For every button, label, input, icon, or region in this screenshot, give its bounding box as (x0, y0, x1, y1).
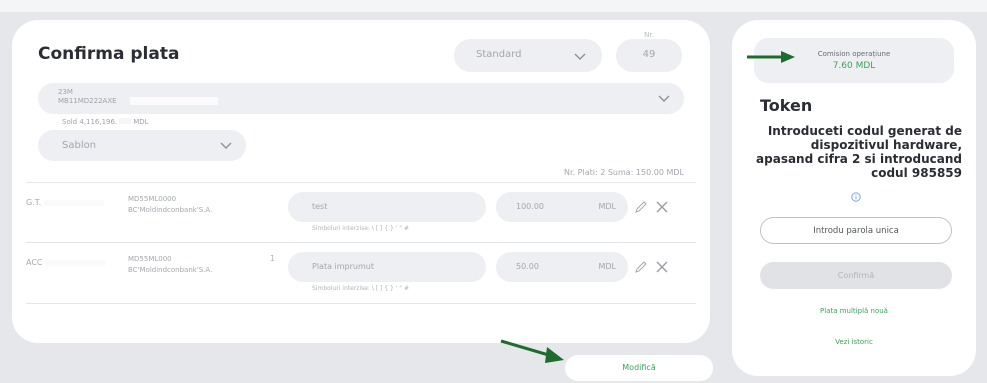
arrow-icon (500, 339, 564, 363)
token-title: Token (760, 96, 813, 115)
top-band (0, 0, 987, 12)
confirm-button[interactable]: Confirmă (760, 262, 952, 289)
amount-value: 100.00 (516, 202, 544, 211)
payment-number-field[interactable]: Nr. 49 (616, 31, 682, 72)
payment-details-input[interactable]: Plata imprumut (288, 252, 486, 282)
row-mark: 1 (270, 254, 276, 263)
arrow-icon (747, 51, 795, 63)
amount-input[interactable]: 100.00 MDL (496, 192, 628, 222)
amount-currency: MDL (598, 262, 616, 271)
new-multiple-payment-link[interactable]: Plata multiplă nouă (732, 307, 976, 315)
payment-type-value: Standard (476, 49, 522, 60)
page-title: Confirma plata (38, 44, 180, 64)
payment-details-input[interactable]: test (288, 192, 486, 222)
info-icon[interactable] (851, 187, 861, 202)
redacted-area (130, 97, 218, 105)
beneficiary-bank: BC'Moldindconbank'S.A. (128, 206, 213, 214)
beneficiary-iban: MD55ML0000 (128, 195, 177, 203)
account-name: 23M (58, 88, 73, 96)
beneficiary-bank: BC'Moldindconbank'S.A. (128, 266, 213, 274)
payment-number-value: 49 (642, 49, 656, 60)
token-panel: Comision operațiune 7.60 MDL Token Intro… (732, 20, 976, 376)
payment-details-value: test (312, 202, 328, 211)
beneficiary-account: MD55ML0000 BC'Moldindconbank'S.A. (128, 194, 212, 216)
beneficiary-name: ACC (26, 258, 106, 267)
divider (26, 303, 696, 304)
amount-currency: MDL (598, 202, 616, 211)
modify-button[interactable]: Modifică (565, 355, 713, 381)
beneficiary-account: MD55ML000 BC'Moldindconbank'S.A. (128, 254, 212, 276)
payment-row: ACC MD55ML000 BC'Moldindconbank'S.A. 1 P… (12, 242, 710, 302)
amount-value: 50.00 (516, 262, 539, 271)
account-iban: MB11MD222AXE (58, 97, 117, 105)
chevron-down-icon (658, 95, 670, 103)
account-balance: Sold 4,116,196. MDL (62, 118, 149, 126)
template-select[interactable]: Sablon (38, 130, 246, 161)
close-icon[interactable] (655, 199, 669, 213)
pencil-icon[interactable] (634, 199, 648, 213)
payment-type-select[interactable]: Standard (454, 39, 602, 72)
amount-input[interactable]: 50.00 MDL (496, 252, 628, 282)
payment-details-value: Plata imprumut (312, 262, 374, 271)
beneficiary-name: G.T. (26, 198, 104, 207)
close-icon[interactable] (655, 259, 669, 273)
token-instructions: Introduceti codul generat de dispozitivu… (756, 124, 962, 180)
chevron-down-icon (574, 53, 586, 61)
chevron-down-icon (220, 142, 232, 150)
balance-value: Sold 4,116,196. (62, 118, 118, 126)
payment-number-label: Nr. (644, 31, 654, 39)
redacted-area (119, 118, 132, 124)
forbidden-symbols-hint: Simboluri interzise: \ [ ] { } ' " # (312, 225, 409, 232)
one-time-password-input[interactable] (760, 217, 952, 244)
template-value: Sablon (62, 140, 97, 151)
account-select[interactable]: 23M MB11MD222AXE (38, 83, 684, 114)
beneficiary-iban: MD55ML000 (128, 255, 172, 263)
forbidden-symbols-hint: Simboluri interzise: \ [ ] { } ' " # (312, 285, 409, 292)
payment-confirmation-card: Confirma plata Standard Nr. 49 23M MB11M… (12, 20, 710, 343)
view-history-link[interactable]: Vezi istoric (732, 338, 976, 346)
payments-summary: Nr. Plati: 2 Suma: 150.00 MDL (564, 168, 684, 177)
pencil-icon[interactable] (634, 259, 648, 273)
payment-row: G.T. MD55ML0000 BC'Moldindconbank'S.A. t… (12, 182, 710, 242)
balance-currency: MDL (133, 118, 149, 126)
